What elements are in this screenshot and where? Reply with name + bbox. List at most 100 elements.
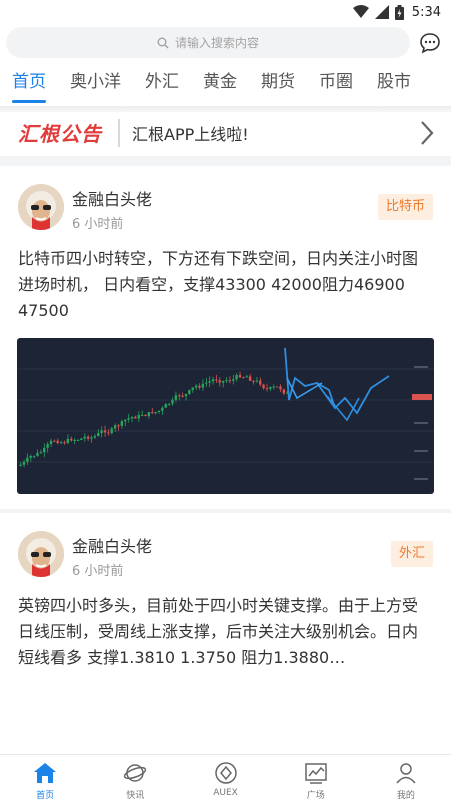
tab-futures[interactable]: 期货: [249, 64, 307, 100]
candle-body: [83, 436, 86, 439]
candle-body: [238, 374, 242, 378]
candle-body: [282, 389, 286, 394]
post-tag[interactable]: 比特币: [377, 194, 433, 220]
post-card[interactable]: 金融白头佬 6 小时前 外汇 英镑四小时多头，目前处于四小时关键支撑。由于上方受…: [0, 513, 451, 681]
axis-tick: [414, 422, 428, 424]
candle-body: [59, 442, 63, 444]
post-text[interactable]: 比特币四小时转空，下方还有下跌空间，日内关注小时图进场时机， 日内看空，支撑43…: [18, 246, 433, 324]
candle-body: [265, 388, 269, 390]
signal-icon: [374, 5, 389, 19]
wifi-icon: [352, 5, 369, 18]
candle-body: [164, 404, 167, 408]
candlestick-chart: [17, 347, 434, 480]
candle-body: [22, 461, 26, 465]
trend-line: [284, 347, 390, 415]
candle-body: [53, 440, 56, 442]
avatar-image: [18, 531, 64, 577]
candle-body: [100, 430, 103, 434]
post-author[interactable]: 金融白头佬: [72, 186, 152, 210]
announcement-divider: [118, 119, 120, 147]
candle-body: [161, 407, 164, 411]
candle-body: [235, 374, 238, 380]
message-button[interactable]: [417, 30, 443, 56]
chevron-right-icon[interactable]: [417, 118, 437, 148]
candle-body: [225, 380, 228, 382]
axis-tick: [414, 366, 428, 368]
announcement-bar[interactable]: 汇根公告 汇根APP上线啦!: [0, 112, 451, 154]
post-chart-image[interactable]: [17, 338, 434, 494]
candle-body: [134, 416, 137, 419]
trend-line: [286, 377, 323, 400]
candle-body: [218, 380, 221, 383]
search-input[interactable]: 请输入搜索内容: [6, 27, 410, 58]
tab-gold[interactable]: 黄金: [191, 64, 249, 100]
nav-square[interactable]: 广场: [271, 755, 361, 803]
candle-body: [269, 387, 272, 389]
nav-mine[interactable]: 我的: [361, 755, 451, 803]
candle-body: [211, 379, 215, 382]
candle-body: [188, 389, 191, 395]
post-author[interactable]: 金融白头佬: [72, 533, 152, 557]
candle-body: [184, 394, 188, 397]
bottom-nav: 首页 快讯 AUEX 广场 我的: [0, 754, 451, 803]
nav-label: 我的: [396, 791, 415, 801]
candle-body: [228, 380, 232, 382]
candle-body: [174, 395, 178, 400]
price-marker: [412, 394, 432, 400]
avatar[interactable]: [18, 531, 64, 577]
avatar[interactable]: [18, 184, 64, 230]
avatar-image: [18, 184, 64, 230]
candle-body: [124, 419, 127, 422]
trend-line: [316, 382, 336, 409]
search-row: 请输入搜索内容: [0, 27, 451, 59]
nav-label: 广场: [306, 791, 325, 801]
tab-home[interactable]: 首页: [0, 64, 58, 103]
tab-stocks[interactable]: 股市: [365, 64, 423, 100]
home-icon: [33, 761, 57, 785]
candle-body: [157, 410, 161, 412]
candle-body: [137, 414, 140, 419]
nav-auex[interactable]: AUEX: [180, 755, 270, 803]
tab-aoxiaoyang[interactable]: 奥小洋: [58, 64, 133, 100]
candle-body: [255, 380, 259, 382]
axis-tick: [414, 478, 428, 480]
candle-body: [272, 386, 275, 388]
post-time: 6 小时前: [72, 217, 124, 232]
candle-body: [144, 414, 147, 417]
candle-body: [259, 380, 262, 385]
candle-body: [19, 464, 22, 466]
candle-body: [76, 439, 80, 441]
candle-body: [43, 447, 46, 453]
candle-body: [97, 433, 100, 437]
candle-body: [49, 440, 53, 445]
candle-body: [103, 430, 107, 433]
candle-body: [110, 428, 113, 433]
post-card[interactable]: 金融白头佬 6 小时前 比特币 比特币四小时转空，下方还有下跌空间，日内关注小时…: [0, 166, 451, 509]
auex-icon: [214, 761, 238, 785]
tab-forex[interactable]: 外汇: [133, 64, 191, 100]
candle-body: [221, 380, 225, 383]
announcement-text[interactable]: 汇根APP上线啦!: [132, 121, 249, 145]
candle-body: [93, 436, 97, 438]
post-tag[interactable]: 外汇: [390, 541, 433, 567]
candle-body: [154, 411, 157, 414]
post-text[interactable]: 英镑四小时多头，目前处于四小时关键支撑。由于上方受日线压制，受周线上涨支撑，后市…: [18, 593, 433, 671]
candle-body: [194, 385, 198, 388]
nav-home[interactable]: 首页: [0, 755, 90, 803]
tab-crypto[interactable]: 币圈: [307, 64, 365, 100]
candle-body: [198, 385, 201, 388]
candle-body: [151, 412, 154, 414]
nav-news[interactable]: 快讯: [90, 755, 180, 803]
candle-body: [70, 438, 73, 441]
candle-body: [215, 379, 218, 381]
candle-body: [120, 421, 124, 426]
candle-body: [39, 452, 43, 454]
planet-icon: [123, 761, 147, 785]
candle-body: [181, 395, 184, 397]
candle-body: [117, 425, 120, 427]
candle-body: [208, 381, 211, 383]
candle-body: [113, 425, 117, 429]
candle-body: [191, 387, 194, 390]
candle-body: [130, 416, 134, 419]
candle-body: [147, 412, 151, 417]
